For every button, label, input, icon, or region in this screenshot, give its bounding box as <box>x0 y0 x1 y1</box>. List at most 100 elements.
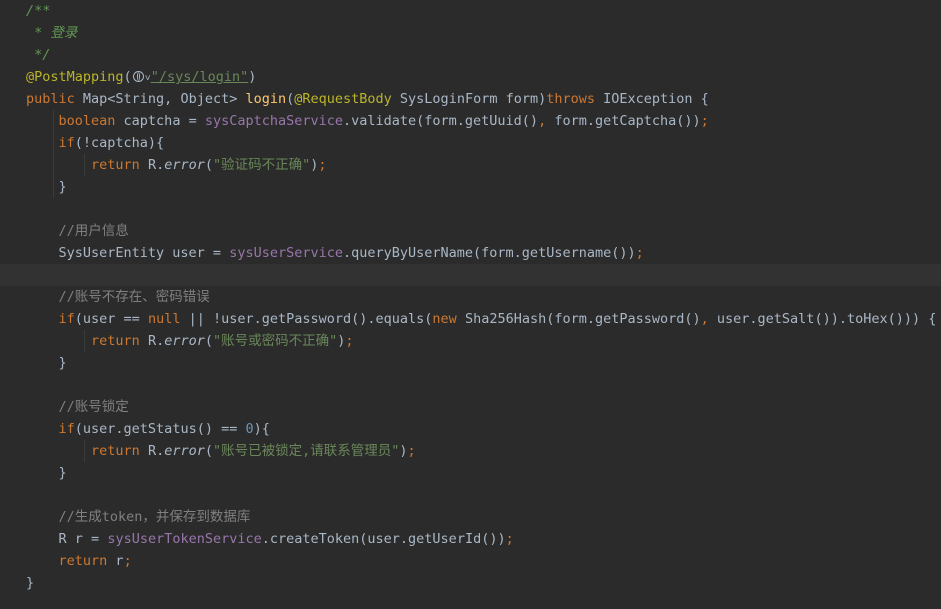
code-line-text: */ <box>26 44 50 66</box>
token-id: } <box>26 179 67 195</box>
token-cm: //账号不存在、密码错误 <box>58 289 210 305</box>
code-line[interactable]: return R.error("账号或密码不正确"); <box>0 330 941 352</box>
token-id: ( <box>204 333 213 349</box>
token-id: ) <box>248 69 257 85</box>
code-line-current[interactable] <box>0 264 941 286</box>
code-editor[interactable]: /** * 登录 */ @PostMapping(˅"/sys/login") pu… <box>0 0 941 609</box>
code-line[interactable] <box>0 198 941 220</box>
token-str: "账号或密码不正确" <box>212 333 338 349</box>
code-line-text: R r = sysUserTokenService.createToken(us… <box>26 528 514 550</box>
token-id: ){ <box>253 421 270 437</box>
code-line[interactable]: if(user.getStatus() == 0){ <box>0 418 941 440</box>
code-line[interactable]: return R.error("验证码不正确"); <box>0 154 941 176</box>
token-kw: throws <box>546 91 604 107</box>
code-line[interactable] <box>0 484 941 506</box>
token-id: r <box>115 553 124 569</box>
token-id: .validate(form.getUuid() <box>343 113 539 129</box>
code-line-text: if(user == null || !user.getPassword().e… <box>26 308 937 330</box>
globe-icon[interactable] <box>132 71 144 82</box>
token-id: || !user.getPassword().equals( <box>188 311 433 327</box>
token-id <box>26 157 91 173</box>
token-id: ( <box>204 443 213 459</box>
token-kw: return <box>91 333 148 349</box>
token-id: } <box>26 465 67 481</box>
token-id: R. <box>147 157 165 173</box>
code-line-text: return R.error("账号已被锁定,请联系管理员"); <box>26 440 416 462</box>
token-id: ( <box>123 69 132 85</box>
code-line[interactable]: boolean captcha = sysCaptchaService.vali… <box>0 110 941 132</box>
token-field: sysUserService <box>229 245 343 261</box>
token-id: IOException { <box>603 91 709 107</box>
code-line-text: //账号不存在、密码错误 <box>26 286 210 308</box>
token-kw: public <box>26 91 83 107</box>
code-line[interactable]: /** <box>0 0 941 22</box>
code-line[interactable]: //生成token，并保存到数据库 <box>0 506 941 528</box>
token-str: "账号已被锁定,请联系管理员" <box>212 443 400 459</box>
token-kw: if <box>58 421 75 437</box>
token-id <box>26 443 91 459</box>
token-id <box>26 333 91 349</box>
token-doc: * 登录 <box>26 25 78 41</box>
code-line[interactable]: //账号锁定 <box>0 396 941 418</box>
token-id <box>26 399 59 415</box>
code-line[interactable]: } <box>0 462 941 484</box>
token-kw: ; <box>318 157 327 173</box>
code-line-text: * 登录 <box>26 22 77 44</box>
code-line-text: public Map<String, Object> login(@Reques… <box>26 88 709 110</box>
token-id <box>26 311 59 327</box>
token-cm: //账号锁定 <box>58 399 129 415</box>
code-line[interactable]: SysUserEntity user = sysUserService.quer… <box>0 242 941 264</box>
code-line[interactable] <box>0 374 941 396</box>
code-line-text: //用户信息 <box>26 220 129 242</box>
token-doc: */ <box>26 47 51 63</box>
code-line[interactable]: if(user == null || !user.getPassword().e… <box>0 308 941 330</box>
code-line-text: //生成token，并保存到数据库 <box>26 506 251 528</box>
token-kw: if <box>58 311 75 327</box>
token-id: } <box>26 575 35 591</box>
code-line[interactable]: if(!captcha){ <box>0 132 941 154</box>
code-line[interactable]: * 登录 <box>0 22 941 44</box>
code-line[interactable]: public Map<String, Object> login(@Reques… <box>0 88 941 110</box>
token-cm: //用户信息 <box>58 223 129 239</box>
code-line-text: boolean captcha = sysCaptchaService.vali… <box>26 110 709 132</box>
token-num: 0 <box>245 421 254 437</box>
token-static: error <box>164 157 205 173</box>
token-id <box>26 223 59 239</box>
code-line-text: if(!captcha){ <box>26 132 165 154</box>
code-line-text: //账号锁定 <box>26 396 129 418</box>
code-line[interactable]: return r; <box>0 550 941 572</box>
token-ann: @RequestBody <box>294 91 400 107</box>
token-id: ( <box>204 157 213 173</box>
token-kw: , <box>700 311 717 327</box>
token-cm: //生成token，并保存到数据库 <box>58 509 251 525</box>
code-line[interactable]: //账号不存在、密码错误 <box>0 286 941 308</box>
code-line-text: SysUserEntity user = sysUserService.quer… <box>26 242 644 264</box>
token-id: (!captcha){ <box>74 135 165 151</box>
code-line[interactable]: */ <box>0 44 941 66</box>
code-line[interactable]: //用户信息 <box>0 220 941 242</box>
token-id: } <box>26 355 67 371</box>
code-line[interactable]: return R.error("账号已被锁定,请联系管理员"); <box>0 440 941 462</box>
token-kw: ; <box>700 113 709 129</box>
token-id: user.getSalt()).toHex())) { <box>716 311 937 327</box>
token-id <box>26 421 59 437</box>
token-kw: return <box>91 157 148 173</box>
token-field: sysUserTokenService <box>107 531 262 547</box>
token-url[interactable]: "/sys/login" <box>151 69 249 85</box>
token-id: .queryByUserName(form.getUsername()) <box>343 245 636 261</box>
token-kw: return <box>91 443 148 459</box>
token-doc: /** <box>26 3 51 19</box>
token-id: form.getCaptcha()) <box>554 113 701 129</box>
token-id: .createToken(user.getUserId()) <box>261 531 506 547</box>
code-line-text: @PostMapping(˅"/sys/login") <box>26 66 256 90</box>
code-line[interactable]: } <box>0 352 941 374</box>
code-line[interactable]: } <box>0 572 941 594</box>
code-line-text: /** <box>26 0 50 22</box>
token-id: R. <box>147 333 165 349</box>
token-id <box>26 289 59 305</box>
code-line[interactable]: } <box>0 176 941 198</box>
code-line[interactable]: R r = sysUserTokenService.createToken(us… <box>0 528 941 550</box>
token-id <box>26 509 59 525</box>
token-id: captcha = <box>123 113 205 129</box>
code-line[interactable]: @PostMapping(˅"/sys/login") <box>0 66 941 88</box>
